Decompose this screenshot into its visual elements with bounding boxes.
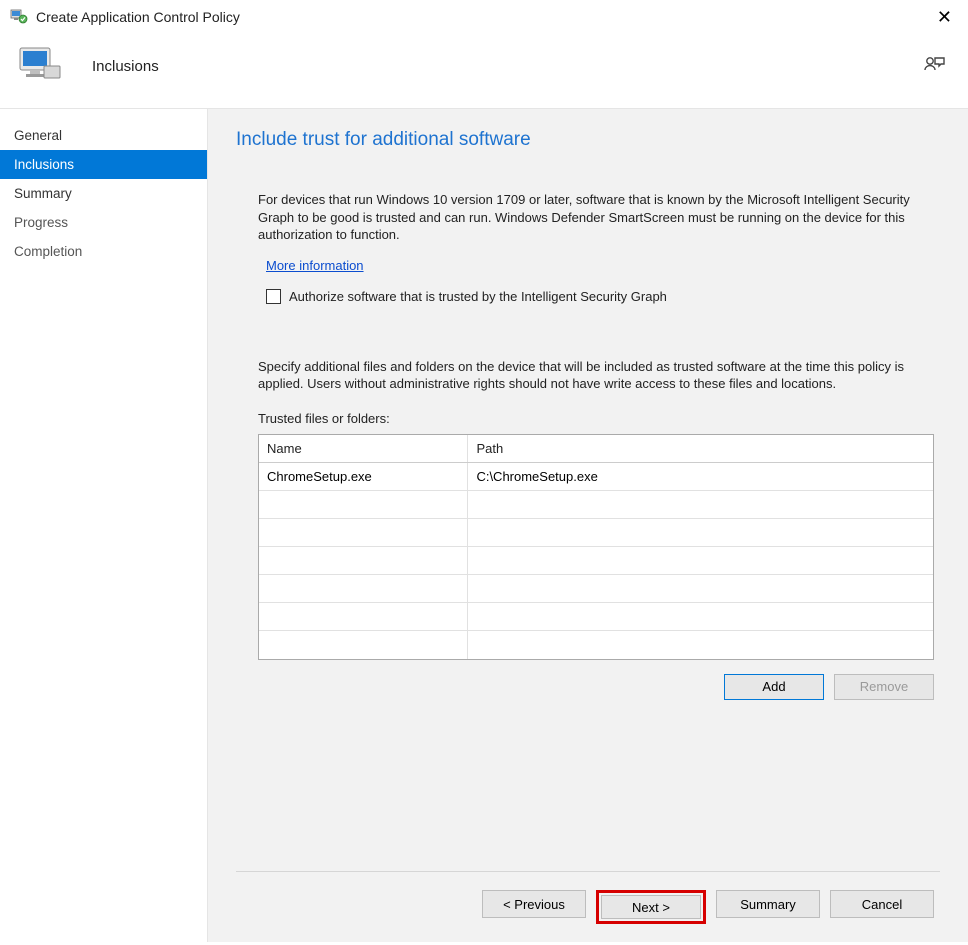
table-row[interactable]: ChromeSetup.exe C:\ChromeSetup.exe: [259, 463, 933, 491]
add-button[interactable]: Add: [724, 674, 824, 700]
trusted-files-table[interactable]: Name Path ChromeSetup.exe C:\ChromeSetup…: [258, 434, 934, 660]
main-heading: Include trust for additional software: [236, 129, 940, 151]
wizard-footer: < Previous Next > Summary Cancel: [236, 871, 940, 942]
authorize-isg-label: Authorize software that is trusted by th…: [289, 289, 667, 304]
main-panel: Include trust for additional software Fo…: [208, 109, 968, 942]
description-files: Specify additional files and folders on …: [258, 358, 934, 393]
feedback-icon[interactable]: [922, 54, 946, 78]
previous-button[interactable]: < Previous: [482, 890, 586, 918]
sidebar-item-completion[interactable]: Completion: [0, 237, 207, 266]
sidebar-item-general[interactable]: General: [0, 121, 207, 150]
cancel-button[interactable]: Cancel: [830, 890, 934, 918]
authorize-isg-checkbox-row[interactable]: Authorize software that is trusted by th…: [266, 289, 940, 304]
page-title: Inclusions: [92, 58, 159, 75]
monitor-icon: [16, 42, 64, 90]
col-path[interactable]: Path: [468, 435, 933, 463]
sidebar-item-summary[interactable]: Summary: [0, 179, 207, 208]
table-row[interactable]: [259, 491, 933, 519]
cell-name: ChromeSetup.exe: [259, 463, 468, 491]
window-title: Create Application Control Policy: [36, 9, 240, 25]
description-isg: For devices that run Windows 10 version …: [258, 191, 934, 244]
trusted-files-label: Trusted files or folders:: [258, 411, 940, 426]
next-highlight: Next >: [596, 890, 706, 924]
summary-button[interactable]: Summary: [716, 890, 820, 918]
table-row[interactable]: [259, 547, 933, 575]
table-row[interactable]: [259, 603, 933, 631]
col-name[interactable]: Name: [259, 435, 468, 463]
table-row[interactable]: [259, 575, 933, 603]
more-information-link[interactable]: More information: [266, 258, 940, 273]
app-icon: [10, 8, 28, 26]
close-icon[interactable]: ✕: [931, 7, 958, 28]
titlebar: Create Application Control Policy ✕: [0, 0, 968, 32]
checkbox-icon[interactable]: [266, 289, 281, 304]
sidebar: General Inclusions Summary Progress Comp…: [0, 109, 208, 942]
table-row[interactable]: [259, 519, 933, 547]
table-row[interactable]: [259, 631, 933, 659]
remove-button: Remove: [834, 674, 934, 700]
sidebar-item-progress[interactable]: Progress: [0, 208, 207, 237]
sidebar-item-inclusions[interactable]: Inclusions: [0, 150, 207, 179]
cell-path: C:\ChromeSetup.exe: [468, 463, 933, 491]
next-button[interactable]: Next >: [601, 895, 701, 919]
header: Inclusions: [0, 32, 968, 109]
